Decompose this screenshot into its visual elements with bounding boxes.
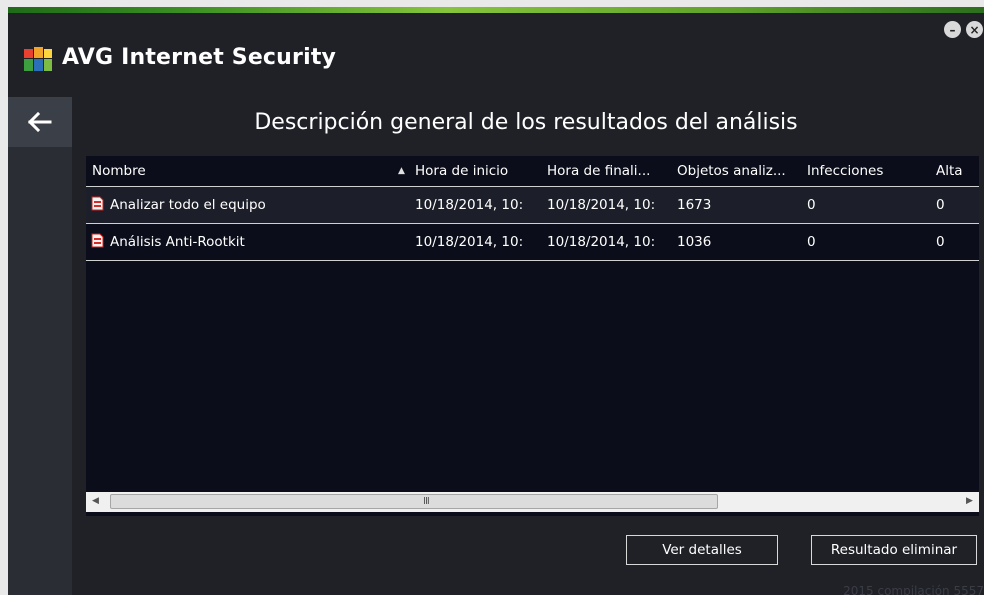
column-header-end[interactable]: Hora de finali... bbox=[547, 163, 675, 179]
column-header-start[interactable]: Hora de inicio bbox=[415, 163, 545, 179]
cell-name: Análisis Anti-Rootkit bbox=[110, 234, 245, 250]
avg-logo-icon bbox=[24, 47, 52, 71]
scroll-right-icon[interactable]: ▶ bbox=[966, 496, 973, 506]
scroll-left-icon[interactable]: ◀ bbox=[92, 496, 99, 506]
cell-end: 10/18/2014, 10: bbox=[547, 197, 656, 213]
app-title-product: Internet Security bbox=[121, 45, 337, 70]
column-header-infections[interactable]: Infecciones bbox=[807, 163, 933, 179]
column-header-objects[interactable]: Objetos analiz... bbox=[677, 163, 803, 179]
close-button[interactable]: × bbox=[966, 21, 983, 38]
table-row[interactable]: Analizar todo el equipo 10/18/2014, 10: … bbox=[86, 187, 979, 224]
cell-name: Analizar todo el equipo bbox=[110, 197, 266, 213]
accent-bar bbox=[8, 7, 984, 13]
cell-high: 0 bbox=[936, 234, 945, 250]
cell-objects: 1673 bbox=[677, 197, 712, 213]
cell-infections: 0 bbox=[807, 234, 816, 250]
scrollbar-thumb[interactable]: III bbox=[110, 494, 718, 509]
sort-ascending-icon: ▲ bbox=[398, 166, 405, 176]
table-header: Nombre ▲ Hora de inicio Hora de finali..… bbox=[86, 156, 979, 187]
cell-objects: 1036 bbox=[677, 234, 712, 250]
cell-infections: 0 bbox=[807, 197, 816, 213]
app-title-brand: AVG bbox=[62, 45, 114, 70]
cell-high: 0 bbox=[936, 197, 945, 213]
sidebar bbox=[8, 97, 72, 595]
table-row[interactable]: Análisis Anti-Rootkit 10/18/2014, 10: 10… bbox=[86, 224, 979, 261]
delete-result-button[interactable]: Resultado eliminar bbox=[811, 535, 977, 565]
scrollbar-grip-icon: III bbox=[423, 496, 430, 507]
app-title: AVG Internet Security bbox=[62, 45, 336, 70]
scan-results-table: Nombre ▲ Hora de inicio Hora de finali..… bbox=[86, 156, 979, 516]
horizontal-scrollbar[interactable]: ◀ III ▶ bbox=[86, 492, 979, 512]
minimize-button[interactable]: – bbox=[944, 21, 961, 38]
report-file-icon bbox=[91, 196, 104, 211]
column-header-high[interactable]: Alta bbox=[936, 163, 976, 179]
cell-start: 10/18/2014, 10: bbox=[415, 197, 524, 213]
cell-start: 10/18/2014, 10: bbox=[415, 234, 524, 250]
view-details-button[interactable]: Ver detalles bbox=[626, 535, 778, 565]
app-window: AVG Internet Security – × Descripción ge… bbox=[8, 7, 984, 595]
page-title: Descripción general de los resultados de… bbox=[254, 110, 798, 135]
build-version: 2015 compilación 5557 bbox=[843, 584, 984, 595]
column-header-name[interactable]: Nombre bbox=[92, 163, 392, 179]
cell-end: 10/18/2014, 10: bbox=[547, 234, 656, 250]
report-file-icon bbox=[91, 233, 104, 248]
